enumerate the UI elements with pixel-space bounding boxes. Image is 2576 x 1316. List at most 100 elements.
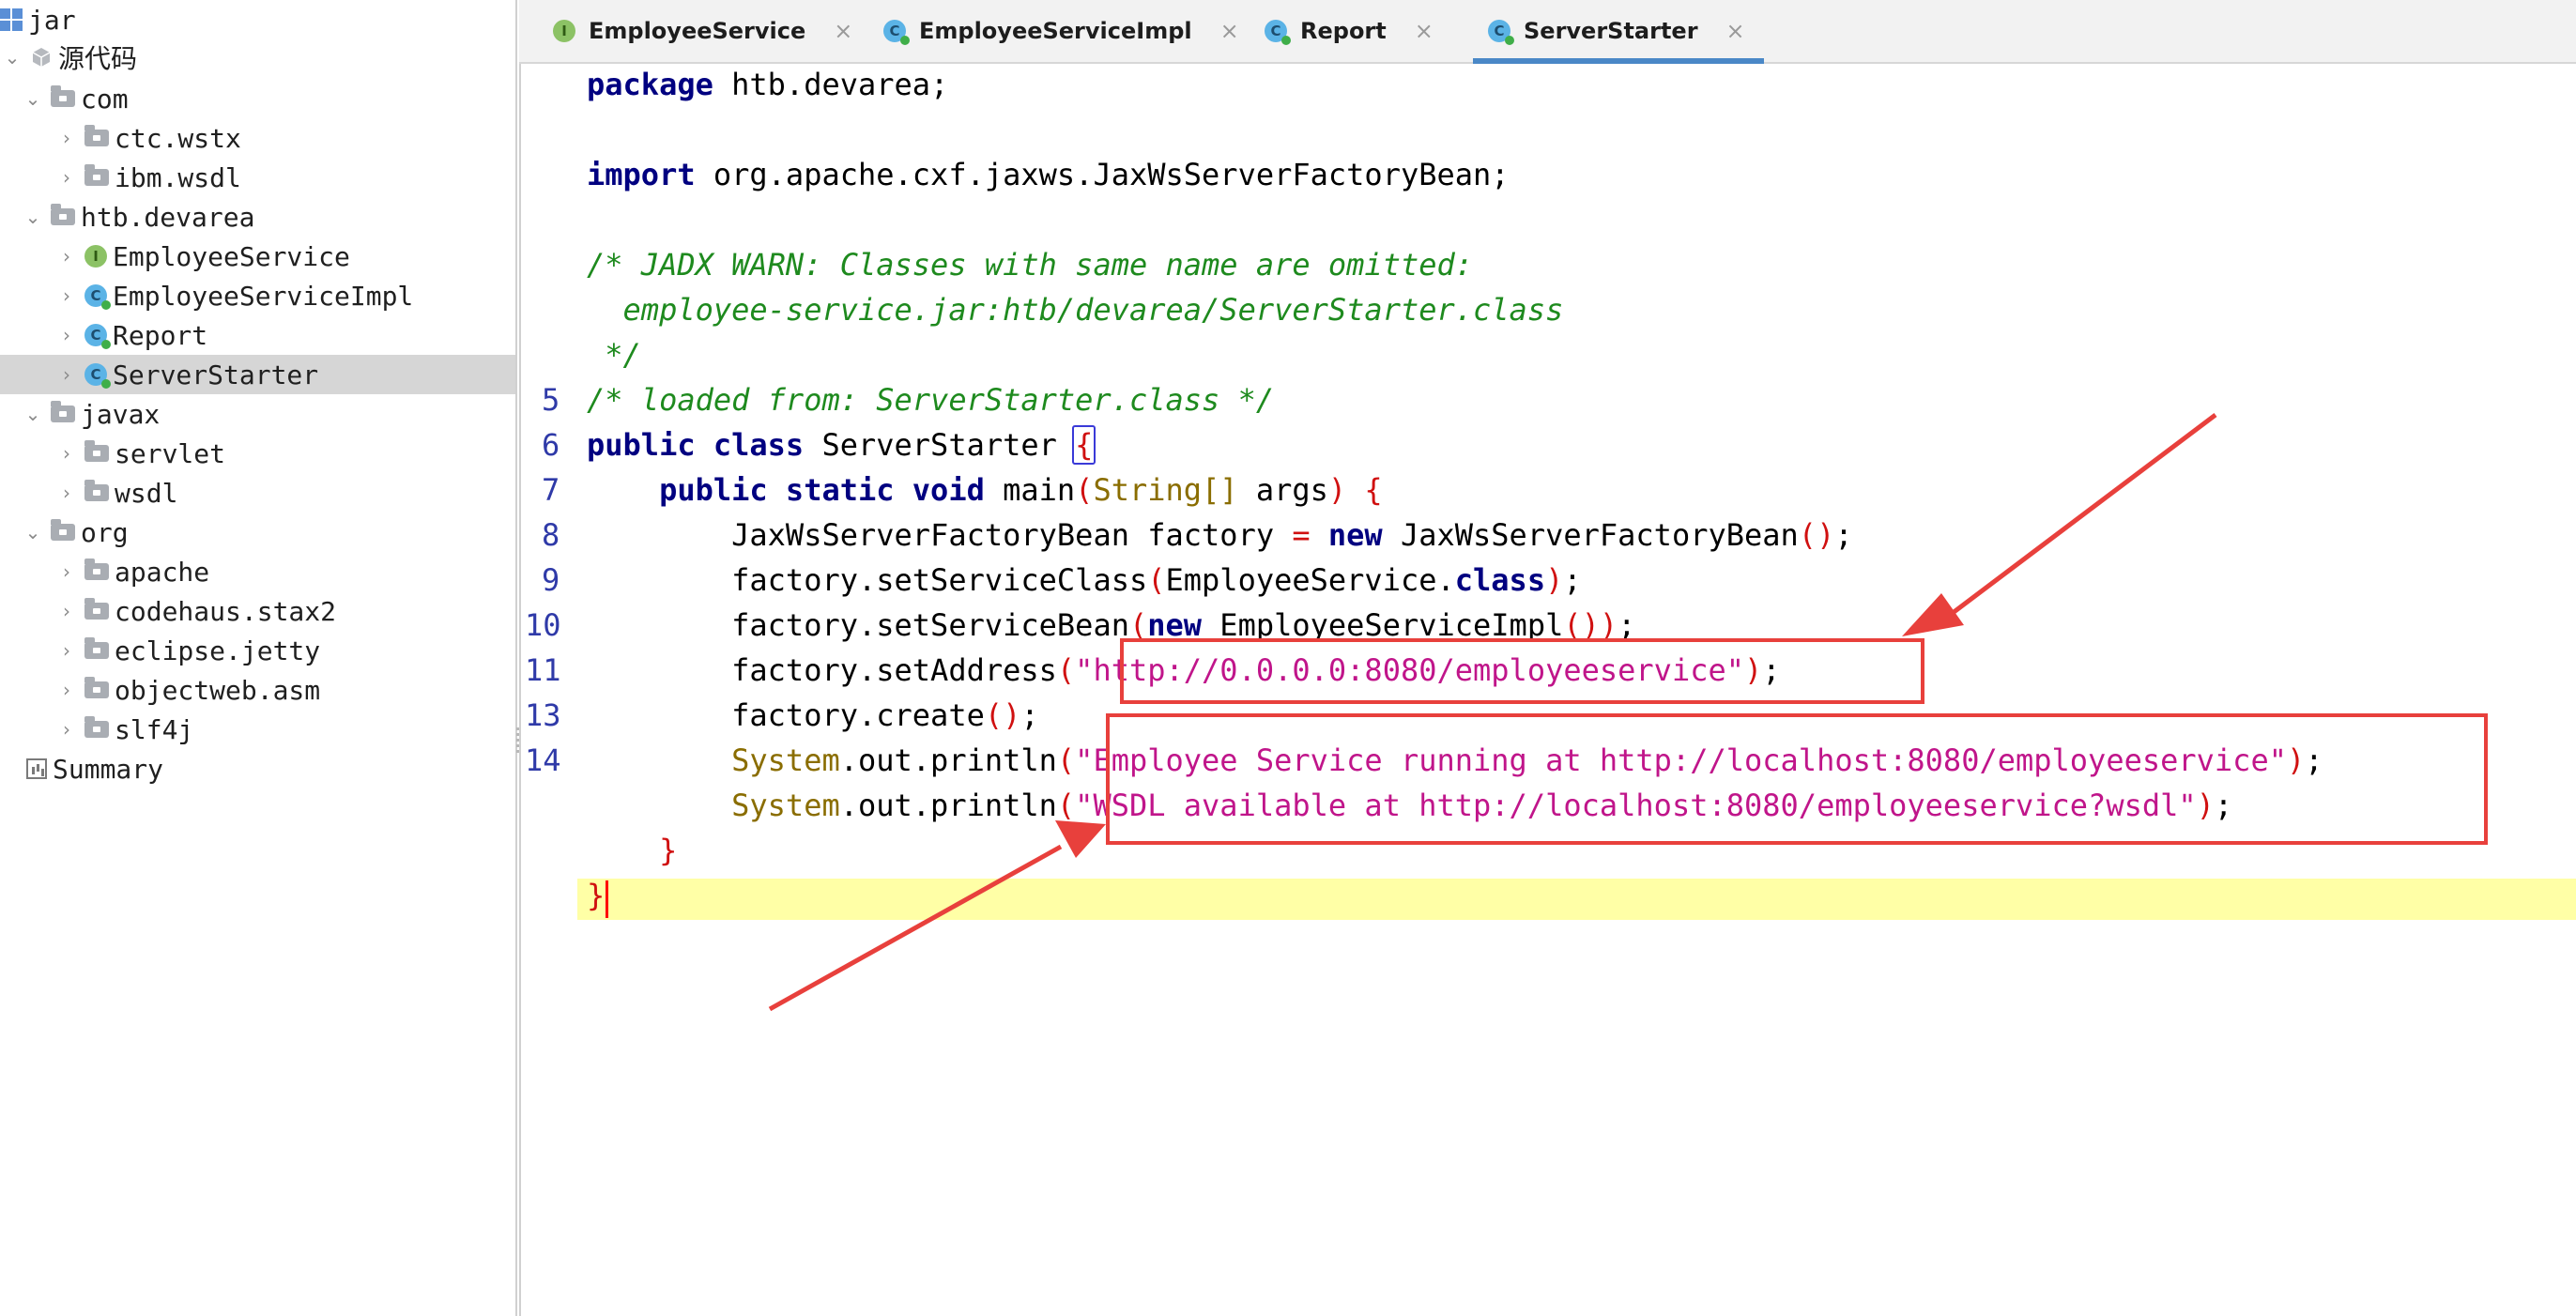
class-icon: C [1488,20,1514,45]
tree-item-codehaus-stax2[interactable]: › codehaus.stax2 [0,591,515,631]
close-tab-icon[interactable]: × [1415,18,1434,44]
chevron-right-icon[interactable]: › [54,481,79,505]
tree-item-label: ServerStarter [113,359,319,390]
chevron-right-icon[interactable]: › [54,441,79,466]
chevron-right-icon[interactable]: › [54,678,79,702]
code-line-comment: */ [587,337,641,373]
code-line-import: import org.apache.cxf.jaxws.JaxWsServerF… [587,157,1510,192]
folder-icon [84,480,109,501]
tree-item-employeeservice[interactable]: › I EmployeeService [0,237,515,276]
tree-item-label: Report [113,319,208,351]
code-line-comment: employee-service.jar:htb/devarea/ServerS… [587,292,1564,328]
summary-icon [26,758,47,779]
chevron-right-icon[interactable]: › [54,362,79,387]
chevron-right-icon[interactable]: › [54,283,79,308]
tree-item-javax[interactable]: ⌄ javax [0,394,515,434]
chevron-down-icon[interactable]: ⌄ [21,86,45,111]
tree-item-label: eclipse.jetty [115,635,321,666]
highlight-box-address [1120,638,1924,704]
class-icon: C [883,20,910,45]
folder-icon [51,85,75,107]
line-number: 14 [525,742,561,778]
chevron-right-icon[interactable]: › [54,323,79,347]
editor-tab-bar: I EmployeeService × C EmployeeServiceImp… [519,0,2576,64]
chevron-down-icon[interactable]: ⌄ [21,402,45,426]
chevron-down-icon[interactable]: ⌄ [0,45,24,69]
chevron-right-icon[interactable]: › [54,599,79,623]
code-line-factory-new: JaxWsServerFactoryBean factory = new Jax… [731,517,1853,553]
close-tab-icon[interactable]: × [1726,18,1745,44]
code-line-comment: /* loaded from: ServerStarter.class */ [587,382,1275,418]
tree-item-objectweb-asm[interactable]: › objectweb.asm [0,670,515,710]
line-number: 11 [525,652,561,688]
tree-item-label: slf4j [115,713,194,745]
tab-serverstarter[interactable]: C ServerStarter × [1473,0,1764,64]
tree-item-label: 源代码 [58,43,138,74]
chevron-right-icon[interactable]: › [54,165,79,190]
class-icon: C [1265,20,1291,45]
folder-icon [51,519,75,541]
tab-report[interactable]: C Report × [1259,0,1434,62]
project-tree-sidebar: jar ⌄ 源代码 ⌄ com › ctc.wstx › ibm.wsdl ⌄ … [0,0,517,1316]
tree-item-jar[interactable]: jar [0,0,515,39]
interface-icon: I [553,20,575,42]
tab-employeeserviceimpl[interactable]: C EmployeeServiceImpl × [878,0,1239,62]
folder-icon [84,164,109,186]
tree-item-label: org [81,516,129,548]
tree-item-org[interactable]: ⌄ org [0,513,515,552]
tree-item-label: wsdl [115,477,178,509]
close-tab-icon[interactable]: × [1220,18,1239,44]
folder-icon [84,716,109,738]
line-number: 13 [525,697,561,733]
tree-item-wsdl[interactable]: › wsdl [0,473,515,513]
code-line-main-method: public static void main(String[] args) { [659,472,1383,508]
close-tab-icon[interactable]: × [834,18,852,44]
class-icon: C [84,363,111,389]
tree-item-htb-devarea[interactable]: ⌄ htb.devarea [0,197,515,237]
folder-icon [51,401,75,422]
code-line-package: package htb.devarea; [587,67,949,102]
tree-item-label: apache [115,556,210,588]
chevron-right-icon[interactable]: › [54,244,79,268]
class-icon: C [84,284,111,310]
tree-item-employeeserviceimpl[interactable]: › C EmployeeServiceImpl [0,276,515,315]
tree-item-label: codehaus.stax2 [115,595,337,627]
tree-item-label: objectweb.asm [115,674,321,706]
chevron-down-icon[interactable]: ⌄ [21,205,45,229]
tab-label: EmployeeService [589,18,806,44]
chevron-right-icon[interactable]: › [54,638,79,663]
folder-icon [84,125,109,146]
tab-label: Report [1300,18,1387,44]
tree-item-ctc-wstx[interactable]: › ctc.wstx [0,118,515,158]
tree-item-label: com [81,83,129,115]
chevron-right-icon[interactable]: › [54,717,79,742]
interface-icon: I [84,245,107,268]
code-line-class-declaration: public class ServerStarter { [587,422,1096,467]
tree-item-apache[interactable]: › apache [0,552,515,591]
code-line-comment: /* JADX WARN: Classes with same name are… [587,247,1474,283]
tree-item-summary[interactable]: Summary [0,749,515,788]
folder-icon [84,598,109,620]
tree-item-source-code[interactable]: ⌄ 源代码 [0,38,515,77]
tab-label: EmployeeServiceImpl [919,18,1192,44]
tree-item-label: htb.devarea [81,201,255,233]
code-line-method-close: } [659,833,678,868]
tree-item-ibm-wsdl[interactable]: › ibm.wsdl [0,158,515,197]
tree-item-serverstarter[interactable]: › C ServerStarter [0,355,515,394]
code-line-set-service-class: factory.setServiceClass(EmployeeService.… [731,562,1582,598]
tree-item-label: EmployeeService [113,240,350,272]
tree-item-eclipse-jetty[interactable]: › eclipse.jetty [0,631,515,670]
tree-item-servlet[interactable]: › servlet [0,434,515,473]
code-line-create: factory.create(); [731,697,1039,733]
tree-item-slf4j[interactable]: › slf4j [0,710,515,749]
tree-item-label: javax [81,398,161,430]
chevron-right-icon[interactable]: › [54,559,79,584]
chevron-right-icon[interactable]: › [54,126,79,150]
tab-employeeservice[interactable]: I EmployeeService × [547,0,852,62]
folder-icon [84,677,109,698]
tree-item-report[interactable]: › C Report [0,315,515,355]
chevron-down-icon[interactable]: ⌄ [21,520,45,544]
code-line-class-close: } [587,878,606,913]
tree-item-com[interactable]: ⌄ com [0,79,515,118]
tree-item-label: servlet [115,437,226,469]
